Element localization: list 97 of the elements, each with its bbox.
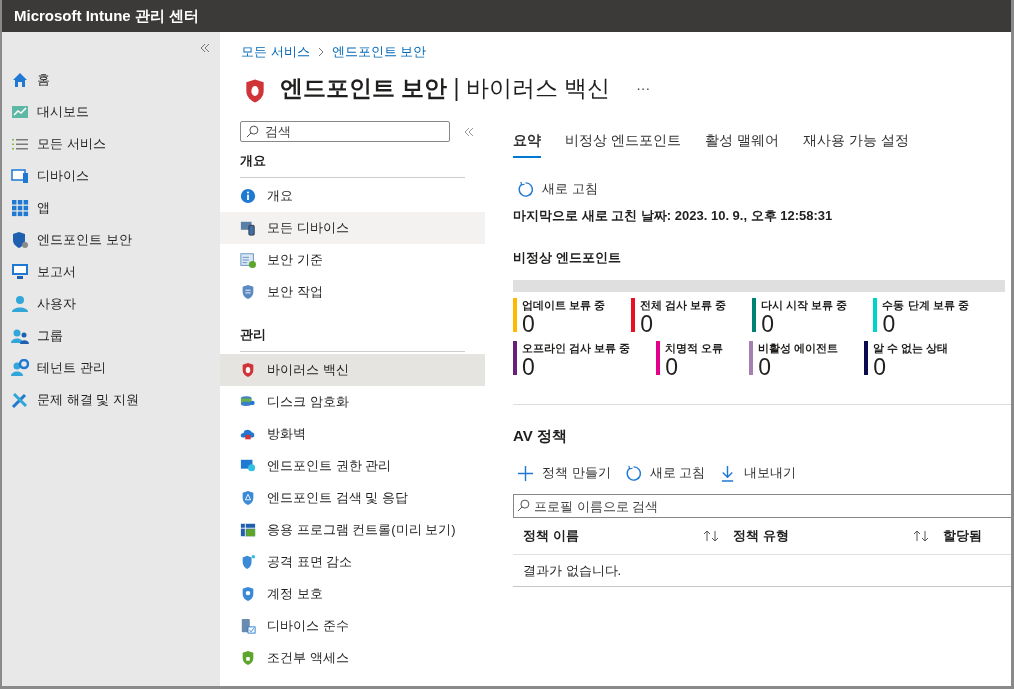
user-gear-icon: [11, 359, 29, 377]
tile-label: 업데이트 보류 중: [522, 298, 606, 313]
tab[interactable]: 재사용 가능 설정: [802, 128, 909, 158]
column-header[interactable]: 할당됨: [943, 527, 982, 545]
section-heading: 개요: [239, 152, 267, 170]
menu-item[interactable]: 디스크 암호화: [220, 386, 485, 418]
document-shield-icon: [240, 252, 256, 268]
sidebar-item[interactable]: 그룹: [2, 320, 220, 352]
shield-network-icon: [240, 554, 256, 570]
toolbar-button[interactable]: 새로 고침: [620, 462, 710, 484]
collapse-icon[interactable]: [464, 127, 474, 136]
breadcrumb-link[interactable]: 모든 서비스: [241, 43, 310, 61]
sidebar-item[interactable]: 엔드포인트 보안: [2, 224, 220, 256]
tile-count: 0: [882, 313, 897, 335]
tile-count: 0: [665, 356, 679, 378]
tile-label: 다시 시작 보류 중: [761, 298, 848, 313]
tile-count: 0: [761, 313, 776, 335]
menu-item[interactable]: 개요: [220, 180, 485, 212]
shield-gear-icon: [11, 231, 29, 249]
users-icon: [11, 327, 29, 345]
refresh-icon: [517, 180, 534, 198]
grid-icon: [11, 199, 29, 217]
breadcrumb-link[interactable]: 엔드포인트 보안: [331, 43, 427, 61]
tile-label: 전체 검사 보류 중: [640, 298, 727, 313]
section-heading: 비정상 엔드포인트: [513, 249, 622, 267]
menu-item[interactable]: 디바이스 준수: [220, 610, 485, 642]
tile-count: 0: [758, 356, 773, 378]
sidebar-item[interactable]: 대시보드: [2, 96, 220, 128]
home-icon: [11, 71, 29, 89]
search-icon: [517, 499, 530, 512]
more-button[interactable]: ···: [632, 80, 655, 96]
menu-item[interactable]: 공격 표면 감소: [220, 546, 485, 578]
shield-user-icon: [240, 586, 256, 602]
tab[interactable]: 요약: [513, 128, 541, 158]
last-refreshed-text: 마지막으로 새로 고친 날짜: 2023. 10. 9., 오후 12:58:31: [513, 207, 834, 225]
sidebar-item[interactable]: 모든 서비스: [2, 128, 220, 160]
section-heading: AV 정책: [513, 427, 568, 446]
shield-triangle-icon: [240, 490, 256, 506]
menu-item[interactable]: 계정 보호: [220, 578, 485, 610]
device-icon: [11, 167, 29, 185]
tile-count: 0: [522, 356, 536, 378]
sort-icon[interactable]: [703, 530, 719, 542]
empty-message: 결과가 없습니다.: [513, 555, 1011, 587]
page-title: 엔드포인트 보안: [280, 74, 448, 101]
menu-item[interactable]: 보안 작업: [220, 276, 485, 308]
shield-list-icon: [240, 284, 256, 300]
tile-count: 0: [640, 313, 654, 335]
sidebar-item[interactable]: 보고서: [2, 256, 220, 288]
monitor-icon: [11, 263, 29, 281]
tile-label: 수동 단계 보류 중: [882, 298, 969, 313]
tile-label: 오프라인 검사 보류 중: [522, 341, 631, 356]
sidebar-item[interactable]: 홈: [2, 64, 220, 96]
tab[interactable]: 활성 맬웨어: [704, 128, 779, 158]
column-header[interactable]: 정책 이름: [523, 527, 579, 545]
menu-item[interactable]: 조건부 액세스: [220, 642, 485, 674]
tile-label: 알 수 없는 상태: [873, 341, 949, 356]
toolbar-button[interactable]: 정책 만들기: [513, 462, 615, 484]
sort-icon[interactable]: [913, 530, 929, 542]
tile-label: 치명적 오류: [665, 341, 724, 356]
plus-icon: [517, 464, 534, 482]
shield-lock-icon: [240, 650, 256, 666]
window-title: Microsoft Intune 관리 센터: [14, 6, 199, 26]
section-heading: 관리: [239, 326, 267, 344]
page-subtitle: | 바이러스 백신: [453, 74, 611, 101]
sidebar-item[interactable]: 테넌트 관리: [2, 352, 220, 384]
menu-item[interactable]: 방화벽: [220, 418, 485, 450]
menu-item[interactable]: 바이러스 백신: [220, 354, 485, 386]
menu-item[interactable]: 보안 기준: [220, 244, 485, 276]
menu-item[interactable]: 엔드포인트 검색 및 응답: [220, 482, 485, 514]
phone-check-icon: [240, 618, 256, 634]
refresh-icon: [624, 464, 642, 482]
sidebar-item[interactable]: 디바이스: [2, 160, 220, 192]
sidebar-item[interactable]: 사용자: [2, 288, 220, 320]
tile-count: 0: [873, 356, 888, 378]
sidebar-item[interactable]: 앱: [2, 192, 220, 224]
toolbar-button[interactable]: 내보내기: [715, 462, 801, 484]
search-icon: [246, 125, 259, 138]
tile-count: 0: [522, 313, 536, 335]
user-icon: [11, 295, 29, 313]
grid-table-icon: [240, 522, 256, 538]
info-icon: [240, 188, 256, 204]
sidebar-item[interactable]: 문제 해결 및 지원: [2, 384, 220, 416]
menu-item[interactable]: 응용 프로그램 컨트롤(미리 보기): [220, 514, 485, 546]
collapse-icon[interactable]: [200, 44, 210, 52]
shield-bug-icon: [240, 362, 256, 378]
tab[interactable]: 비정상 엔드포인트: [565, 128, 681, 158]
menu-item[interactable]: 엔드포인트 권한 관리: [220, 450, 485, 482]
chart-icon: [11, 103, 29, 121]
screen-badge-icon: [240, 458, 256, 474]
menu-item[interactable]: 모든 디바이스: [220, 212, 485, 244]
tile-label: 비활성 에이전트: [758, 341, 839, 356]
search-field[interactable]: 검색: [240, 121, 450, 142]
column-header[interactable]: 정책 유형: [733, 527, 789, 545]
chevron-right-icon: [317, 47, 324, 57]
refresh-button[interactable]: 새로 고침: [513, 178, 602, 200]
devices-icon: [240, 220, 256, 236]
search-field[interactable]: 프로필 이름으로 검색: [513, 494, 1011, 518]
